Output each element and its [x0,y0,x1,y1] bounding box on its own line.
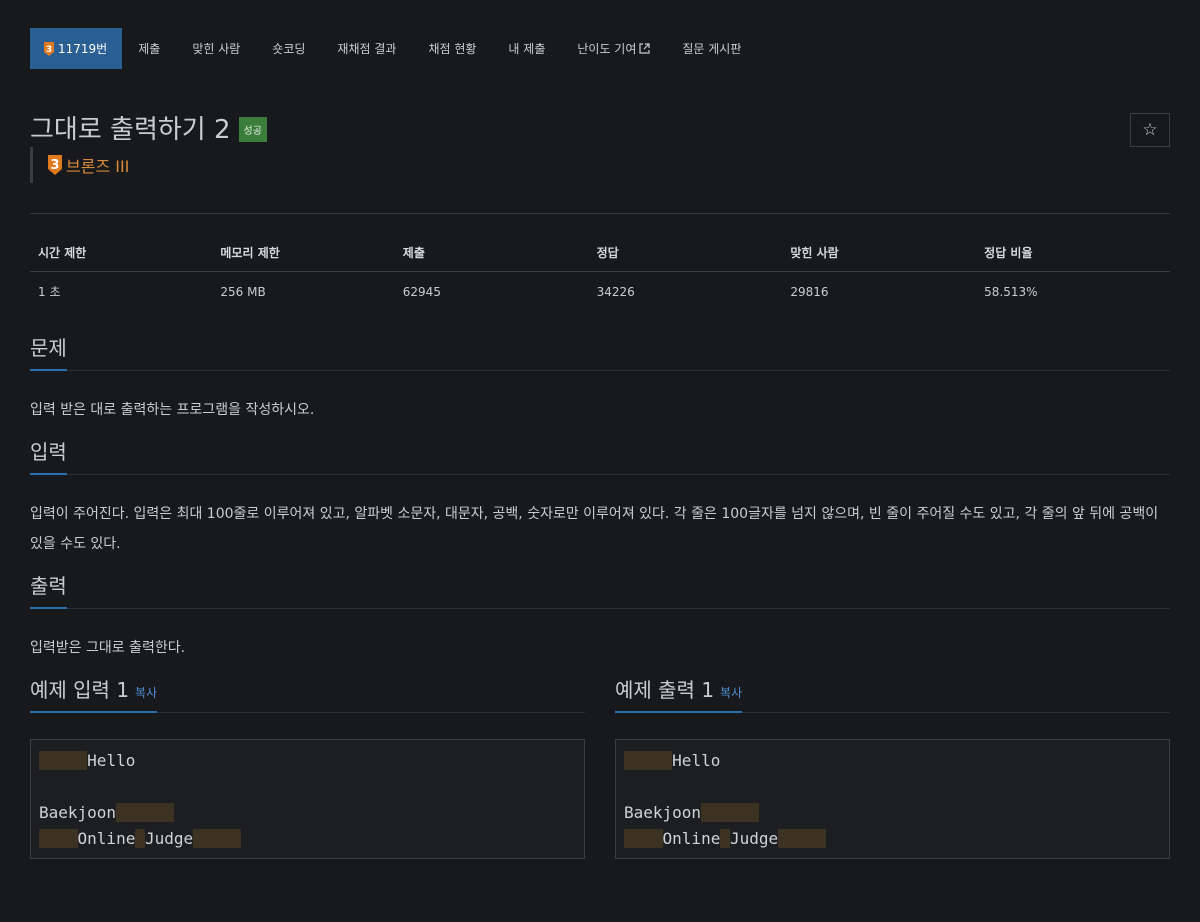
problem-id: 11719번 [58,42,108,56]
tab-label: 숏코딩 [272,42,306,56]
section-header: 문제 [30,333,1170,371]
section-output: 출력 입력받은 그대로 출력한다. [30,571,1170,663]
submissions-value: 62945 [402,284,441,299]
col-accepted: 정답 [588,232,783,272]
sample-input-box[interactable]: Hello Baekjoon Online Judge [30,739,585,859]
col-memory-limit: 메모리 제한 [212,232,395,272]
section-title-wrap: 예제 입력 1 복사 [30,674,158,713]
tab-label: 제출 [138,42,161,56]
star-icon: ☆ [1142,120,1158,140]
tab-label: 난이도 기여 [577,42,637,56]
tab-label: 재채점 결과 [337,42,397,56]
sample-input-title: 예제 입력 1 [30,678,130,702]
table-row: 1 초 256 MB 62945 34226 29816 58.513% [30,272,1170,312]
section-title: 출력 [30,570,67,609]
input-description: 입력이 주어진다. 입력은 최대 100줄로 이루어져 있고, 알파벳 소문자,… [30,506,1159,552]
tab-board[interactable]: 질문 게시판 [666,28,757,69]
problem-title-wrap: 그대로 출력하기 2 성공 [30,109,1170,146]
tab-label: 내 제출 [508,42,546,56]
output-description: 입력받은 그대로 출력한다. [30,640,186,656]
section-title: 입력 [30,436,67,475]
sample-word: Baekjoon [624,803,702,822]
tab-submit[interactable]: 제출 [122,28,176,69]
sample-output-box[interactable]: Hello Baekjoon Online Judge [615,739,1170,859]
sample-word: Baekjoon [39,803,117,822]
col-submissions: 제출 [394,232,589,272]
col-ratio: 정답 비율 [976,232,1170,272]
external-link-icon [639,43,650,54]
col-solved-users: 맞힌 사람 [782,232,977,272]
samples-row: 예제 입력 1 복사 Hello Baekjoon Online Judge 예제… [30,675,1170,859]
sample-output-title: 예제 출력 1 [615,678,715,702]
section-header: 입력 [30,437,1170,475]
status-badge: 성공 [238,117,267,142]
sample-output: 예제 출력 1 복사 Hello Baekjoon Online Judge [615,675,1170,859]
tab-problem[interactable]: 3 11719번 [30,28,123,69]
memory-limit-value: 256 MB [220,284,266,299]
tab-rejudge[interactable]: 재채점 결과 [321,28,412,69]
copy-input-button[interactable]: 복사 [135,686,157,700]
problem-title: 그대로 출력하기 2 [30,115,231,145]
divider [30,213,1170,214]
section-header: 예제 입력 1 복사 [30,675,585,713]
sample-word: Judge [144,829,194,848]
section-header: 출력 [30,571,1170,609]
tab-solved-users[interactable]: 맞힌 사람 [176,28,256,69]
accepted-value: 34226 [596,284,635,299]
sample-input: 예제 입력 1 복사 Hello Baekjoon Online Judge [30,675,585,859]
section-title: 문제 [30,332,67,371]
tab-my-submissions[interactable]: 내 제출 [492,28,561,69]
tab-difficulty[interactable]: 난이도 기여 [561,28,666,69]
table-header-row: 시간 제한 메모리 제한 제출 정답 맞힌 사람 정답 비율 [30,232,1170,272]
col-time-limit: 시간 제한 [30,232,213,272]
solved-users-value: 29816 [790,284,829,299]
time-limit-value: 1 초 [38,285,61,299]
bronze-tier-icon: 3 [44,41,54,56]
favorite-button[interactable]: ☆ [1130,113,1170,147]
problem-page: 3 11719번 제출 맞힌 사람 숏코딩 재채점 결과 채점 현황 내 제출 … [30,28,1170,859]
sample-word: Judge [729,829,779,848]
sample-word: Online [662,829,721,848]
problem-info-table: 시간 제한 메모리 제한 제출 정답 맞힌 사람 정답 비율 1 초 256 M… [30,232,1170,311]
section-title-wrap: 예제 출력 1 복사 [615,674,743,713]
tab-status[interactable]: 채점 현황 [412,28,492,69]
problem-nav: 3 11719번 제출 맞힌 사람 숏코딩 재채점 결과 채점 현황 내 제출 … [30,28,1170,69]
tab-label: 채점 현황 [428,42,477,56]
problem-description: 입력 받은 대로 출력하는 프로그램을 작성하시오. [30,402,315,418]
ratio-value: 58.513% [984,284,1038,299]
sample-word: Hello [672,751,721,770]
tab-short-coding[interactable]: 숏코딩 [256,28,321,69]
copy-output-button[interactable]: 복사 [720,686,742,700]
tab-label: 맞힌 사람 [192,42,241,56]
section-header: 예제 출력 1 복사 [615,675,1170,713]
section-input: 입력 입력이 주어진다. 입력은 최대 100줄로 이루어져 있고, 알파벳 소… [30,437,1170,559]
svg-text:3: 3 [46,45,52,55]
title-row: 그대로 출력하기 2 성공 ☆ [30,109,1170,161]
tab-label: 질문 게시판 [682,42,742,56]
section-problem: 문제 입력 받은 대로 출력하는 프로그램을 작성하시오. [30,333,1170,425]
sample-word: Online [77,829,136,848]
sample-word: Hello [87,751,136,770]
